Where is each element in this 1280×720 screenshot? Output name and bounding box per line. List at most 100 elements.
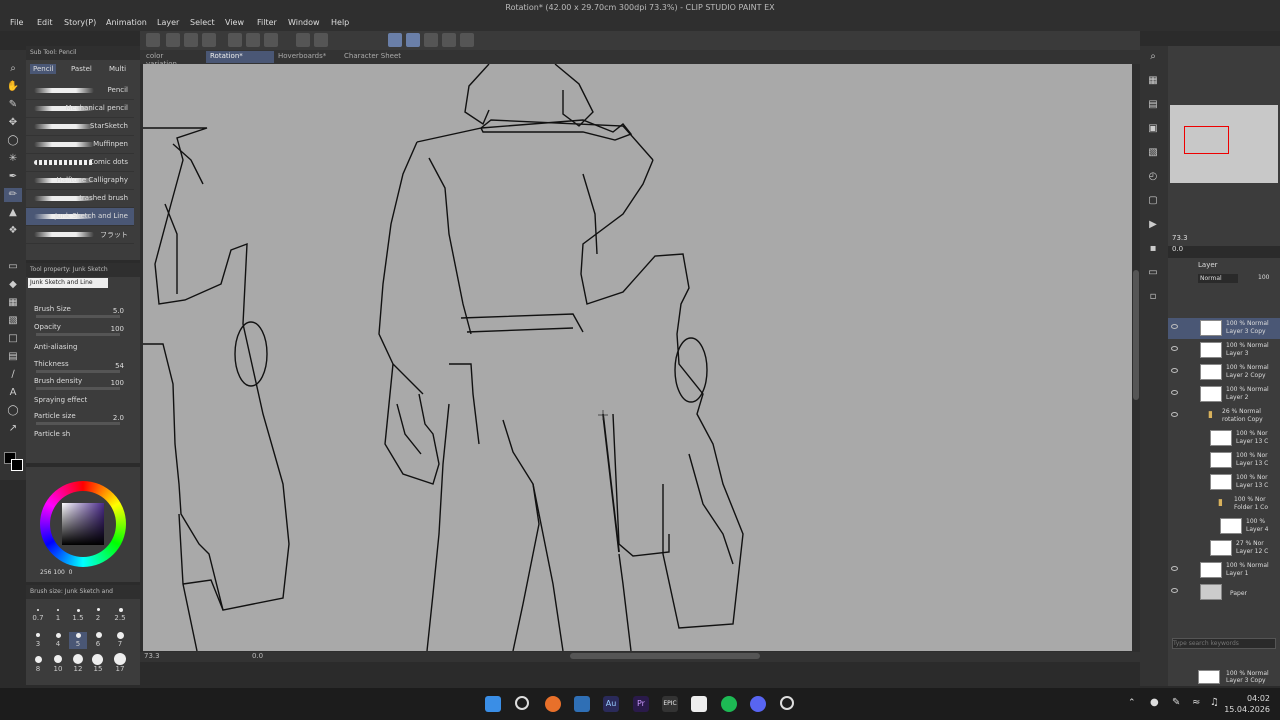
figure-icon[interactable]: □ xyxy=(4,332,22,346)
layer-item[interactable]: 100 % Normal Layer 3 xyxy=(1168,340,1280,361)
brush-icon[interactable]: ▲ xyxy=(4,206,22,220)
layer-item[interactable]: 100 % Normal Layer 2 xyxy=(1168,384,1280,405)
brush-item[interactable]: Comic dots xyxy=(26,154,134,172)
taskbar-clock[interactable]: 04:02 15.04.2026 xyxy=(1224,693,1270,715)
size-0.7[interactable]: 0.7 xyxy=(29,614,47,622)
layer-folder[interactable]: ▮ 100 % Nor Folder 1 Co xyxy=(1168,494,1280,515)
pen-tray-icon[interactable]: ✎ xyxy=(1172,697,1180,708)
text-icon[interactable]: A xyxy=(4,386,22,400)
layer-item[interactable]: 100 % Normal Layer 3 Copy xyxy=(1168,318,1280,339)
premiere-icon[interactable]: Pr xyxy=(633,696,649,712)
volume-icon[interactable]: ♫ xyxy=(1210,697,1219,708)
history-icon[interactable]: ◴ xyxy=(1144,170,1162,184)
timeline-icon[interactable]: ▭ xyxy=(1144,266,1162,280)
frame-icon[interactable]: ▤ xyxy=(4,350,22,364)
lasso-icon[interactable]: ◯ xyxy=(4,134,22,148)
undo-icon[interactable] xyxy=(228,33,242,47)
drawing-canvas[interactable] xyxy=(143,64,1132,651)
menu-view[interactable]: View xyxy=(225,18,244,27)
layer-item[interactable]: 100 % Layer 4 xyxy=(1168,516,1280,537)
tab-color-variation[interactable]: color variation... xyxy=(142,51,198,68)
viewport-box[interactable] xyxy=(1184,126,1229,154)
size-17[interactable]: 17 xyxy=(111,665,129,673)
menu-edit[interactable]: Edit xyxy=(37,18,53,27)
brush-item[interactable]: Pencil xyxy=(26,82,134,100)
animation-icon[interactable]: ▪ xyxy=(1144,242,1162,256)
microphone-icon[interactable]: ● xyxy=(1150,697,1159,708)
pen-icon[interactable]: ✒ xyxy=(4,170,22,184)
network-icon[interactable]: ≈ xyxy=(1192,697,1200,708)
size-1.5[interactable]: 1.5 xyxy=(69,614,87,622)
new-canvas-icon[interactable] xyxy=(146,33,160,47)
horizontal-scrollbar[interactable] xyxy=(570,653,760,659)
layer-item[interactable]: 100 % Normal Layer 2 Copy xyxy=(1168,362,1280,383)
menu-animation[interactable]: Animation xyxy=(106,18,147,27)
size-2[interactable]: 2 xyxy=(89,614,107,622)
color-history-icon[interactable]: ▫ xyxy=(1144,290,1162,304)
navigator-thumbnail[interactable] xyxy=(1170,105,1278,183)
steam-icon[interactable] xyxy=(780,696,794,710)
size-10[interactable]: 10 xyxy=(49,665,67,673)
layer-property-icon[interactable]: ▧ xyxy=(1144,146,1162,160)
firefox-icon[interactable] xyxy=(545,696,561,712)
quick-access-icon[interactable] xyxy=(442,33,456,47)
group-pastel[interactable]: Pastel xyxy=(68,64,95,74)
ruler-icon[interactable]: ∕ xyxy=(4,368,22,382)
brush-item[interactable]: フラット xyxy=(26,226,134,244)
brush-item[interactable]: trashed brush xyxy=(26,190,134,208)
saturation-value-square[interactable] xyxy=(62,503,104,545)
start-icon[interactable] xyxy=(485,696,501,712)
thickness-prop[interactable]: Thickness 54 xyxy=(34,360,138,376)
particle-size-prop[interactable]: Particle size 2.0 xyxy=(34,412,138,428)
size-3[interactable]: 3 xyxy=(29,640,47,648)
spotify-icon[interactable] xyxy=(721,696,737,712)
sub-view-icon[interactable]: ▦ xyxy=(1144,74,1162,88)
fill-tool-icon[interactable]: ▦ xyxy=(4,296,22,310)
layer-item[interactable]: 100 % Nor Layer 13 C xyxy=(1168,450,1280,471)
explorer-icon[interactable] xyxy=(574,696,590,712)
blend-mode-select[interactable]: Normal xyxy=(1198,274,1238,283)
opacity-value[interactable]: 100 xyxy=(1258,274,1269,281)
menu-file[interactable]: File xyxy=(10,18,23,27)
zoom-icon[interactable]: ⌕ xyxy=(4,62,22,76)
menu-select[interactable]: Select xyxy=(190,18,215,27)
menu-window[interactable]: Window xyxy=(288,18,320,27)
layer-search-icon[interactable]: ▢ xyxy=(1144,194,1162,208)
spraying-effect-prop[interactable]: Spraying effect xyxy=(34,396,138,412)
layer-folder[interactable]: ▮ 26 % Normal rotation Copy xyxy=(1168,406,1280,427)
epic-games-icon[interactable]: EPIC xyxy=(662,696,678,712)
magic-wand-icon[interactable]: ✳ xyxy=(4,152,22,166)
brush-item-selected[interactable]: Junk Sketch and Line xyxy=(26,208,134,226)
layer-item[interactable]: 27 % Nor Layer 12 C xyxy=(1168,538,1280,559)
opacity-prop[interactable]: Opacity 100 xyxy=(34,323,138,339)
item-bank-icon[interactable]: ▤ xyxy=(1144,98,1162,112)
pencil-icon[interactable]: ✏ xyxy=(4,188,22,202)
save-icon[interactable] xyxy=(202,33,216,47)
size-1[interactable]: 1 xyxy=(49,614,67,622)
material-icon[interactable]: ▣ xyxy=(1144,122,1162,136)
redo-icon[interactable] xyxy=(246,33,260,47)
fill-icon[interactable] xyxy=(296,33,310,47)
tab-hoverboards[interactable]: Hoverboards* xyxy=(274,51,338,63)
new-file-icon[interactable] xyxy=(166,33,180,47)
search-result[interactable]: 100 % Normal Layer 3 Copy xyxy=(1226,670,1269,684)
menu-story[interactable]: Story(P) xyxy=(64,18,96,27)
menu-layer[interactable]: Layer xyxy=(157,18,179,27)
vertical-scrollbar[interactable] xyxy=(1133,270,1139,400)
snap-grid-icon[interactable] xyxy=(424,33,438,47)
help-icon[interactable] xyxy=(460,33,474,47)
brush-size-prop[interactable]: Brush Size 5.0 xyxy=(34,305,138,321)
snap-ruler-icon[interactable] xyxy=(388,33,402,47)
audition-icon[interactable]: Au xyxy=(603,696,619,712)
sub-color-swatch[interactable] xyxy=(11,459,23,471)
blend-icon[interactable]: ◆ xyxy=(4,278,22,292)
layer-item[interactable]: 100 % Nor Layer 13 C xyxy=(1168,472,1280,493)
selection-icon[interactable] xyxy=(264,33,278,47)
brush-item[interactable]: Muffinpen xyxy=(26,136,134,154)
brush-item[interactable]: StarSketch xyxy=(26,118,134,136)
brush-item[interactable]: Halftone Calligraphy xyxy=(26,172,134,190)
tab-character-sheet[interactable]: Character Sheet xyxy=(340,51,406,63)
group-multi[interactable]: Multi xyxy=(106,64,129,74)
menu-filter[interactable]: Filter xyxy=(257,18,277,27)
eyedropper-icon[interactable]: ✎ xyxy=(4,98,22,112)
